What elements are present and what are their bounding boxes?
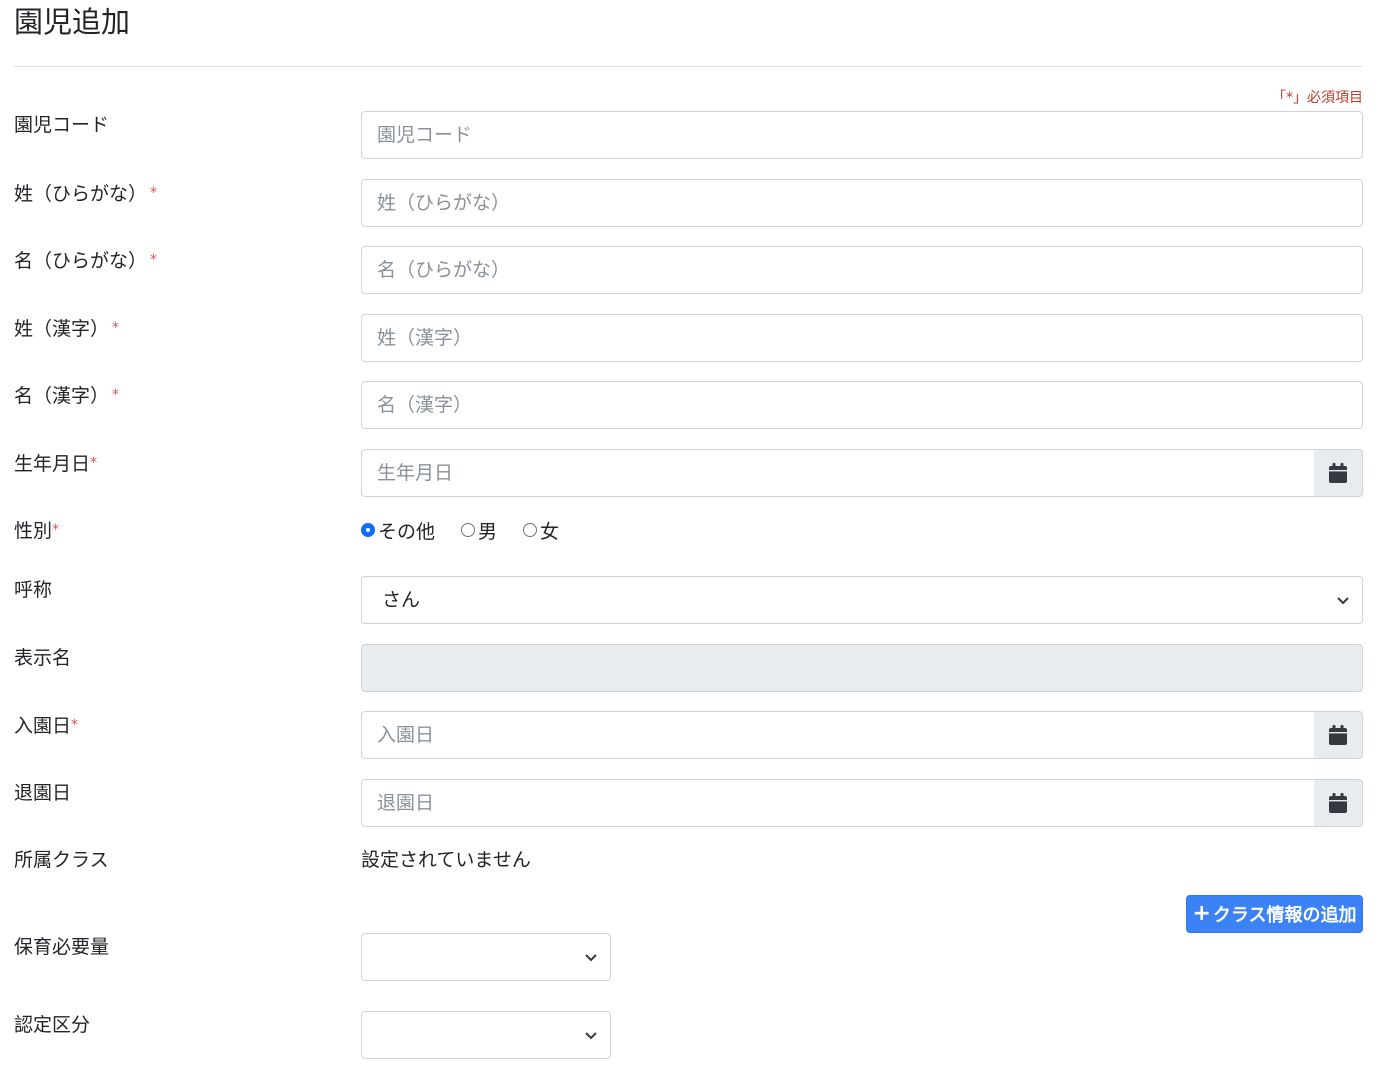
leave-date-label: 退園日	[14, 782, 72, 804]
class-affiliation-value: 設定されていません	[361, 849, 531, 871]
required-mark: *	[150, 252, 158, 268]
birthdate-calendar-button[interactable]	[1314, 449, 1363, 497]
last-name-kana-label: 姓（ひらがな） *	[14, 183, 158, 205]
chevron-down-icon	[585, 1032, 597, 1040]
birthdate-label: 生年月日*	[14, 453, 98, 475]
display-name-label: 表示名	[14, 647, 72, 669]
gender-radio-other[interactable]: その他	[361, 517, 435, 544]
gender-radio-female[interactable]: 女	[523, 517, 559, 544]
honorific-label: 呼称	[14, 579, 53, 601]
required-mark: *	[150, 185, 158, 201]
child-code-input[interactable]	[361, 111, 1363, 159]
first-name-kana-label: 名（ひらがな） *	[14, 250, 158, 272]
first-name-kana-input[interactable]	[361, 246, 1363, 294]
title-divider	[14, 66, 1363, 67]
calendar-icon	[1329, 793, 1347, 813]
required-mark: *	[112, 387, 120, 403]
last-name-kanji-input[interactable]	[361, 314, 1363, 362]
chevron-down-icon	[1337, 597, 1349, 605]
page-title: 園児追加	[14, 5, 131, 39]
gender-label: 性別*	[14, 520, 60, 542]
leave-date-input[interactable]	[361, 779, 1315, 827]
first-name-kanji-label: 名（漢字） *	[14, 385, 120, 407]
last-name-kana-input[interactable]	[361, 179, 1363, 227]
gender-radio-male[interactable]: 男	[461, 517, 497, 544]
calendar-icon	[1329, 463, 1347, 483]
enroll-date-input[interactable]	[361, 711, 1315, 759]
required-mark: *	[71, 717, 79, 733]
first-name-kanji-input[interactable]	[361, 381, 1363, 429]
radio-button[interactable]	[523, 523, 538, 537]
enroll-date-calendar-button[interactable]	[1314, 711, 1363, 759]
birthdate-input[interactable]	[361, 449, 1315, 497]
class-affiliation-label: 所属クラス	[14, 849, 109, 871]
display-name-input	[361, 644, 1363, 692]
certification-label: 認定区分	[14, 1014, 91, 1036]
radio-button[interactable]	[461, 523, 476, 537]
gender-radio-group: その他 男 女	[361, 517, 585, 543]
required-mark: *	[112, 320, 120, 336]
honorific-select[interactable]: さん	[361, 576, 1363, 624]
required-note: 「*」必須項目	[1272, 90, 1363, 106]
care-need-label: 保育必要量	[14, 936, 110, 958]
leave-date-calendar-button[interactable]	[1314, 779, 1363, 827]
child-code-label: 園児コード	[14, 114, 110, 136]
add-class-button[interactable]: + クラス情報の追加	[1186, 895, 1363, 933]
care-need-select[interactable]	[361, 933, 611, 981]
required-mark: *	[52, 522, 60, 538]
enroll-date-label: 入園日*	[14, 715, 79, 737]
last-name-kanji-label: 姓（漢字） *	[14, 318, 120, 340]
radio-button[interactable]	[361, 523, 375, 537]
plus-icon: +	[1192, 901, 1211, 926]
required-mark: *	[90, 455, 98, 471]
calendar-icon	[1329, 725, 1347, 745]
chevron-down-icon	[585, 954, 597, 962]
certification-select[interactable]	[361, 1011, 611, 1059]
